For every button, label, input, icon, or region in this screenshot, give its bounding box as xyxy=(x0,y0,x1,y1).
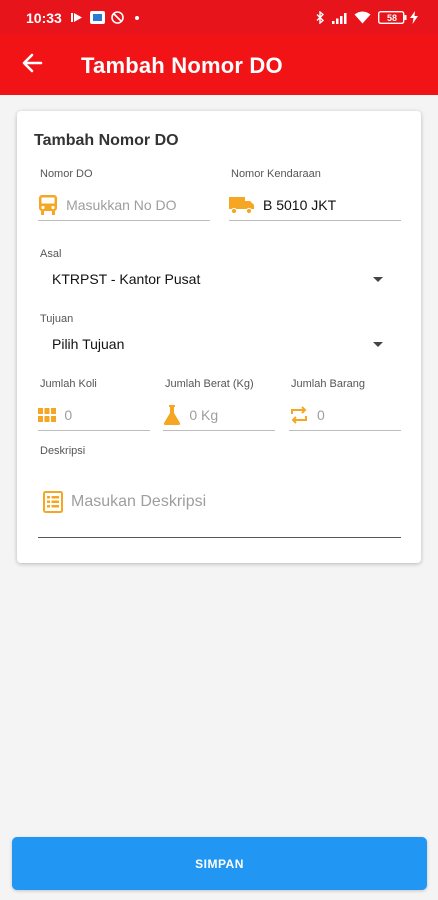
jumlah-koli-label: Jumlah Koli xyxy=(40,378,97,390)
notification-dot-icon xyxy=(135,11,139,24)
chevron-down-icon xyxy=(373,342,383,347)
swap-icon xyxy=(289,404,309,426)
save-button[interactable]: SIMPAN xyxy=(12,837,427,890)
chevron-down-icon xyxy=(373,277,383,282)
deskripsi-field[interactable]: Masukan Deskripsi xyxy=(38,471,401,538)
back-arrow-icon[interactable] xyxy=(20,50,46,76)
jumlah-barang-field[interactable] xyxy=(289,399,401,431)
nomor-do-input[interactable] xyxy=(66,196,210,213)
tujuan-label: Tujuan xyxy=(40,313,74,325)
status-bar: 10:33 58 xyxy=(0,0,438,34)
deskripsi-label: Deskripsi xyxy=(40,445,86,457)
boxes-icon xyxy=(38,404,57,426)
deskripsi-placeholder: Masukan Deskripsi xyxy=(71,493,207,510)
asal-label: Asal xyxy=(40,248,62,260)
jumlah-berat-label: Jumlah Berat (Kg) xyxy=(165,378,254,390)
form-title: Tambah Nomor DO xyxy=(34,132,179,149)
app-notification-icon xyxy=(90,11,105,24)
nomor-do-field[interactable] xyxy=(38,189,210,221)
nomor-do-label: Nomor DO xyxy=(40,168,93,180)
jumlah-barang-label: Jumlah Barang xyxy=(291,378,365,390)
jumlah-berat-input[interactable] xyxy=(189,406,275,423)
jumlah-koli-input[interactable] xyxy=(64,406,150,423)
jumlah-koli-field[interactable] xyxy=(38,399,150,431)
truck-icon xyxy=(229,194,255,216)
wifi-icon xyxy=(354,11,371,24)
nomor-kendaraan-field[interactable] xyxy=(229,189,401,221)
flask-icon xyxy=(163,404,181,426)
app-bar: Tambah Nomor DO xyxy=(0,34,438,95)
bus-icon xyxy=(38,194,58,216)
asal-dropdown[interactable]: KTRPST - Kantor Pusat xyxy=(52,264,402,294)
nomor-kendaraan-label: Nomor Kendaraan xyxy=(231,168,321,180)
page-title: Tambah Nomor DO xyxy=(81,53,283,78)
data-saver-icon xyxy=(111,11,124,24)
tujuan-selected-value: Pilih Tujuan xyxy=(52,336,125,352)
tujuan-dropdown[interactable]: Pilih Tujuan xyxy=(52,329,402,359)
battery-level: 58 xyxy=(386,12,397,23)
signal-icon xyxy=(332,11,348,24)
jumlah-barang-input[interactable] xyxy=(317,406,401,423)
media-icon xyxy=(71,11,83,24)
asal-selected-value: KTRPST - Kantor Pusat xyxy=(52,271,201,287)
nomor-kendaraan-input[interactable] xyxy=(263,196,401,213)
form-card: Tambah Nomor DO Nomor DO Nomor Kendaraan… xyxy=(17,111,421,563)
document-icon xyxy=(43,491,63,513)
bluetooth-icon xyxy=(316,11,325,24)
status-time: 10:33 xyxy=(26,10,62,26)
charging-icon xyxy=(410,11,418,24)
jumlah-berat-field[interactable] xyxy=(163,399,275,431)
